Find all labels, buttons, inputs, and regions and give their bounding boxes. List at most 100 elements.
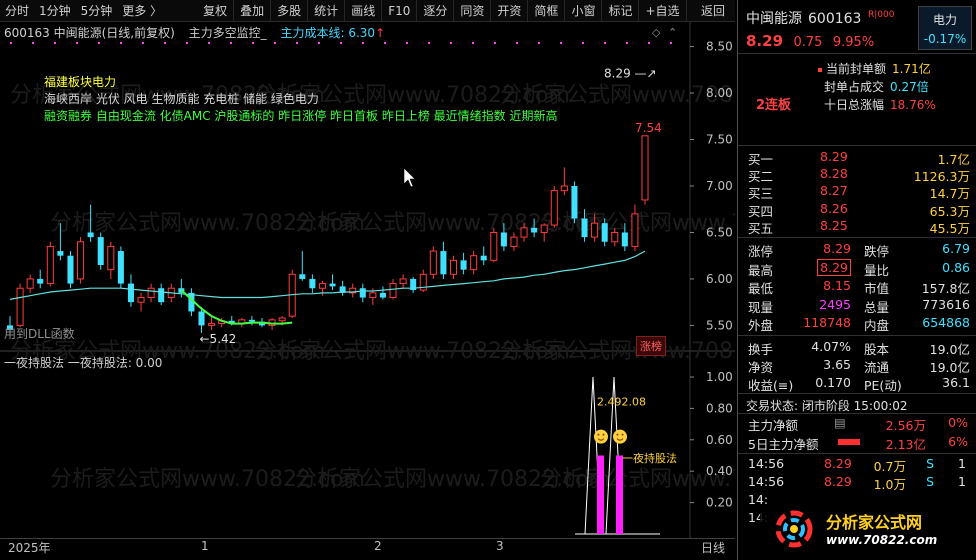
flow-bar — [838, 439, 860, 445]
back-button[interactable]: 返回 — [695, 0, 735, 22]
candle-body — [460, 260, 467, 270]
buy-level-row[interactable]: 买二 8.28 1126.3万 — [738, 165, 976, 184]
candle-body — [581, 218, 588, 238]
marker-dot — [10, 42, 12, 44]
fund-row: 收益(≡) 0.170 PE(动) 36.1 — [738, 374, 976, 393]
fundamental-stats: 换手 4.07% 股本 19.0亿 净资 3.65 流通 19.0亿 收益(≡) 0.170 PE(… — [738, 336, 976, 394]
stat-label: 涨停 — [748, 244, 774, 259]
flow-pct: 0% — [948, 415, 968, 430]
marker-dot — [76, 42, 78, 44]
candle-body — [137, 297, 145, 303]
y-tick-label: 6.00 — [706, 272, 733, 286]
seal-box: 2连板 当前封单额 1.71亿 封单占成交 0.27倍 十日总涨幅 18.76% — [738, 54, 976, 146]
high-price-label: 7.54 — [635, 121, 662, 135]
flow-value: 2.13亿 — [885, 437, 926, 452]
order-book-buy: 买一 8.29 1.7亿 买二 8.28 1126.3万 买三 8.27 14.7万 买四 8.26… — [738, 146, 976, 238]
sector-box[interactable]: 电力 -0.17% — [918, 6, 972, 50]
same-capital-button[interactable]: 同资 — [454, 0, 492, 22]
buy-level-row[interactable]: 买四 8.26 65.3万 — [738, 200, 976, 219]
add-watchlist-button[interactable]: +自选 — [639, 0, 687, 22]
smiley-eye — [616, 433, 619, 436]
candle-body — [16, 287, 24, 326]
seal-value: 18.76% — [890, 98, 936, 112]
tab-fenshi[interactable]: 分时 — [0, 0, 34, 22]
candle-body — [208, 323, 216, 326]
candle-body — [318, 283, 326, 289]
ma-line — [9, 250, 646, 300]
concept-line: 海峡西岸 光伏 风电 生物质能 充电桩 储能 绿色电力 — [44, 92, 319, 106]
candle-body — [379, 292, 386, 298]
tab-5min[interactable]: 5分钟 — [76, 0, 118, 22]
chart-area[interactable]: 分析家公式网www.70822.com 分析家公式网www.70822.com 分析… — [0, 22, 735, 538]
indicator-name[interactable]: 主力多空监控_ — [189, 26, 267, 40]
buy-level-label: 买五 — [748, 220, 774, 236]
fund-label: PE(动) — [864, 378, 902, 393]
f10-button[interactable]: F10 — [382, 0, 418, 22]
restore-rights-button[interactable]: 复权 — [197, 0, 235, 22]
stat-value: 654868 — [922, 315, 970, 331]
draw-line-button[interactable]: 画线 — [345, 0, 383, 22]
tick-count: 1 — [958, 456, 966, 471]
last-price: 8.29 — [746, 32, 784, 50]
candle-body — [540, 224, 548, 233]
stat-row: 现量 2495 总量 773616 — [738, 296, 976, 315]
buy-level-price: 8.29 — [820, 149, 848, 164]
tab-1min[interactable]: 1分钟 — [34, 0, 76, 22]
top-toolbar: 分时 1分钟 5分钟 更多 〉 复权 叠加 多股 统计 画线 F10 逐分 同资… — [0, 0, 735, 22]
marker-dot — [362, 42, 364, 44]
candle-body — [87, 232, 94, 238]
y-tick-label: 5.50 — [706, 318, 733, 332]
stat-value: 118748 — [803, 315, 851, 331]
price-pct: 9.95% — [832, 35, 875, 50]
marker-dot — [604, 42, 606, 44]
time-axis: 2025年 1 2 3 日线 — [0, 538, 735, 560]
open-capital-button[interactable]: 开资 — [491, 0, 529, 22]
tick-time: 14:56 — [748, 456, 785, 471]
small-window-button[interactable]: 小窗 — [565, 0, 603, 22]
signal-bar — [597, 455, 604, 534]
multi-stock-button[interactable]: 多股 — [271, 0, 309, 22]
buy-level-row[interactable]: 买三 8.27 14.7万 — [738, 182, 976, 201]
marker-dot — [208, 42, 210, 44]
candle-body — [601, 223, 608, 242]
buy-level-row[interactable]: 买五 8.25 45.5万 — [738, 217, 976, 236]
list-icon[interactable]: ▤ — [834, 415, 846, 430]
marker-dot — [318, 42, 320, 44]
buy-level-row[interactable]: 买一 8.29 1.7亿 — [738, 148, 976, 167]
sector-pct: -0.17% — [923, 32, 967, 46]
price-change: 0.75 — [793, 35, 823, 50]
overlay-button[interactable]: 叠加 — [234, 0, 272, 22]
stat-row: 最低 8.15 市值 157.8亿 — [738, 277, 976, 296]
axis-month-1: 1 — [201, 539, 209, 553]
zhangbang-badge[interactable]: 涨榜 — [636, 336, 666, 356]
tick-price: 8.29 — [824, 456, 852, 471]
marker-dot — [494, 42, 496, 44]
candle-body — [248, 319, 255, 322]
stat-value: 8.29 — [823, 241, 851, 256]
sub-y-tick-label: 0.60 — [706, 433, 733, 447]
stat-label: 现量 — [748, 299, 774, 315]
buy-level-price: 8.27 — [820, 183, 848, 199]
mark-button[interactable]: 标记 — [602, 0, 640, 22]
candle-body — [631, 213, 639, 247]
fund-label: 收益(≡) — [748, 378, 794, 393]
candle-body — [520, 227, 528, 238]
fund-row: 换手 4.07% 股本 19.0亿 — [738, 338, 976, 357]
candle-body — [571, 186, 578, 219]
candle-body — [37, 278, 44, 284]
marker-dot — [54, 42, 56, 44]
statistics-button[interactable]: 统计 — [308, 0, 346, 22]
seal-value: 1.71亿 — [892, 62, 931, 76]
candle-body — [560, 185, 568, 192]
marker-dot — [626, 42, 628, 44]
flow-label: 主力净额 — [748, 418, 799, 433]
minute-by-minute-button[interactable]: 逐分 — [417, 0, 455, 22]
simple-frame-button[interactable]: 简框 — [528, 0, 566, 22]
price-stats: 涨停 8.29 跌停 6.79 最高 8.29 量比 0.86 最低 8.15 市值 157.8亿 现量… — [738, 238, 976, 336]
stat-label: 量比 — [864, 262, 890, 278]
candle-body — [611, 231, 619, 243]
candle-body — [158, 288, 165, 303]
tab-more[interactable]: 更多 〉 — [117, 0, 167, 22]
stat-row: 最高 8.29 量比 0.86 — [738, 258, 976, 278]
period-selector[interactable]: 日线 — [701, 539, 725, 556]
